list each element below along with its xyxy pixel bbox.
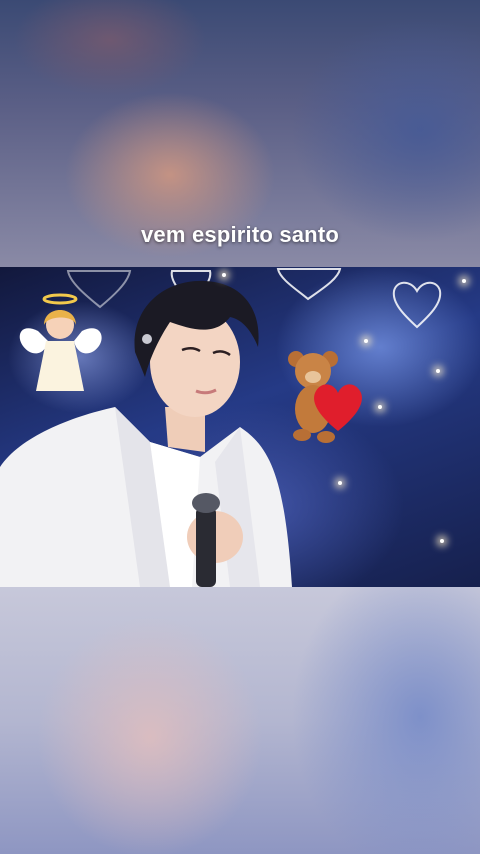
outline-heart-icon bbox=[392, 281, 442, 329]
outline-heart-icon bbox=[276, 268, 342, 301]
video-frame[interactable] bbox=[0, 267, 480, 587]
outline-heart-icon bbox=[66, 270, 132, 309]
sparkle bbox=[440, 539, 444, 543]
video-caption: vem espirito santo bbox=[141, 222, 339, 247]
sparkle bbox=[222, 273, 226, 277]
sparkle bbox=[436, 369, 440, 373]
microphone-icon bbox=[192, 493, 220, 587]
video-scene bbox=[0, 268, 442, 587]
sparkle bbox=[378, 405, 382, 409]
sparkle bbox=[364, 339, 368, 343]
sparkle bbox=[462, 279, 466, 283]
teddy-bear-heart-sticker bbox=[288, 351, 362, 443]
angel-sticker bbox=[19, 293, 102, 391]
blurred-background-bottom bbox=[0, 587, 480, 854]
sparkle bbox=[338, 481, 342, 485]
